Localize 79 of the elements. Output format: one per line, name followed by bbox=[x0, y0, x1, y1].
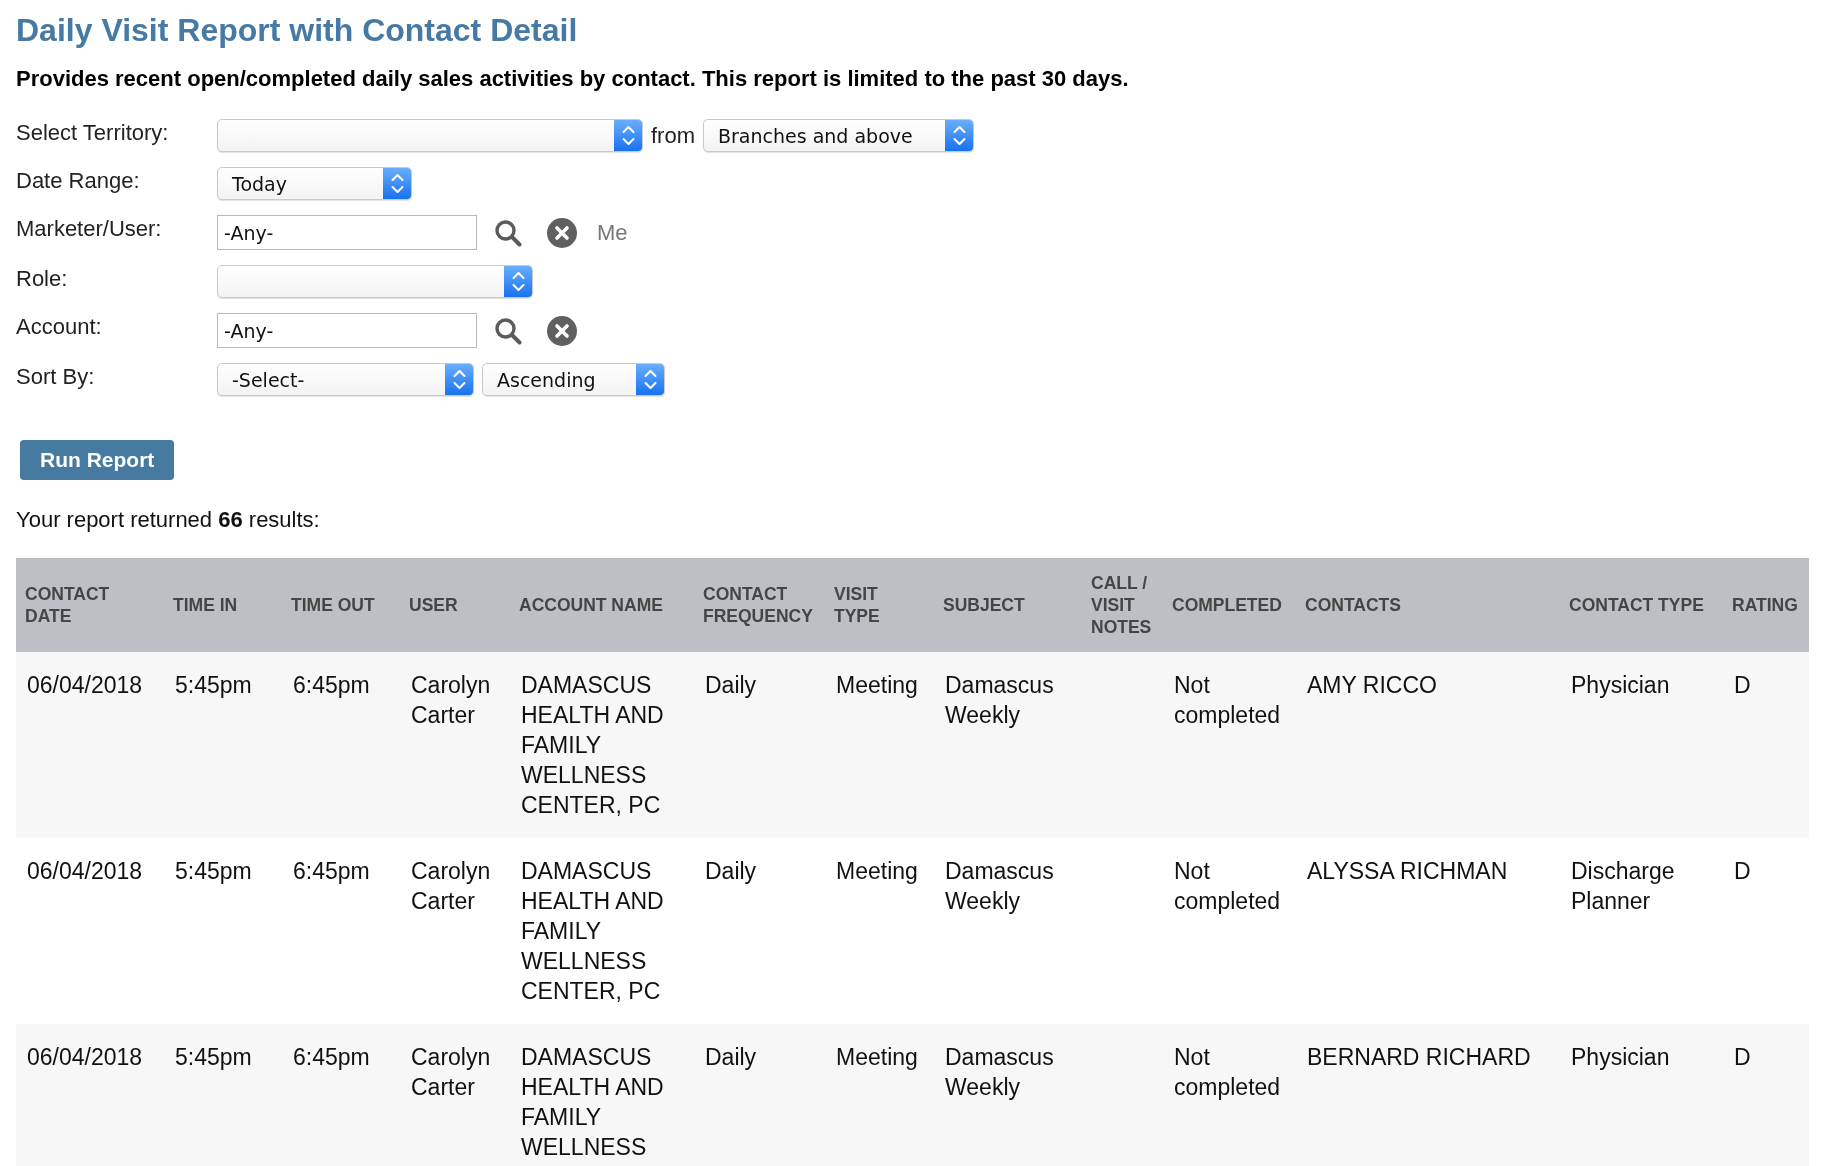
table-cell: ALYSSA RICHMAN bbox=[1296, 838, 1560, 1024]
filter-label: Select Territory: bbox=[16, 119, 169, 147]
column-header: CALL / VISIT NOTES bbox=[1082, 558, 1163, 652]
dropdown[interactable]: -Select- bbox=[217, 363, 474, 396]
dropdown[interactable]: Ascending bbox=[482, 363, 665, 396]
table-cell: Damascus Weekly bbox=[934, 1024, 1082, 1166]
column-header: USER bbox=[400, 558, 510, 652]
table-cell: Meeting bbox=[825, 1024, 934, 1166]
table-cell: Daily bbox=[694, 652, 825, 838]
column-header: COMPLETED bbox=[1163, 558, 1296, 652]
table-cell: BERNARD RICHARD bbox=[1296, 1024, 1560, 1166]
column-header: CONTACT FREQUENCY bbox=[694, 558, 825, 652]
table-cell: 6:45pm bbox=[282, 838, 400, 1024]
filter-label: Marketer/User: bbox=[16, 215, 162, 243]
clear-icon[interactable] bbox=[547, 315, 577, 346]
filter-label: Account: bbox=[16, 313, 102, 341]
table-cell: AMY RICCO bbox=[1296, 652, 1560, 838]
result-summary: Your report returned 66 results: bbox=[16, 506, 321, 534]
dropdown[interactable] bbox=[217, 119, 643, 152]
table-cell: Carolyn Carter bbox=[400, 838, 510, 1024]
chevron-up-down-icon bbox=[504, 266, 532, 297]
text-input[interactable]: -Any- bbox=[217, 313, 477, 348]
chevron-up-down-icon bbox=[636, 364, 664, 395]
table-cell: Carolyn Carter bbox=[400, 652, 510, 838]
table-cell: 5:45pm bbox=[164, 1024, 282, 1166]
from-label: from bbox=[651, 121, 695, 150]
table-cell: Carolyn Carter bbox=[400, 1024, 510, 1166]
text-link[interactable]: Me bbox=[597, 218, 628, 247]
search-icon[interactable] bbox=[494, 218, 522, 247]
table-cell: 06/04/2018 bbox=[16, 838, 164, 1024]
column-header: CONTACT DATE bbox=[16, 558, 164, 652]
table-cell: Not completed bbox=[1163, 1024, 1296, 1166]
clear-icon[interactable] bbox=[547, 217, 577, 248]
table-cell: D bbox=[1723, 1024, 1809, 1166]
filter-label: Role: bbox=[16, 265, 68, 293]
table-cell: D bbox=[1723, 838, 1809, 1024]
table-cell: Daily bbox=[694, 1024, 825, 1166]
table-cell: D bbox=[1723, 652, 1809, 838]
column-header: TIME IN bbox=[164, 558, 282, 652]
chevron-up-down-icon bbox=[614, 120, 642, 151]
table-cell: Meeting bbox=[825, 652, 934, 838]
table-cell: DAMASCUS HEALTH AND FAMILY WELLNESS bbox=[510, 1024, 694, 1166]
search-icon[interactable] bbox=[494, 316, 522, 345]
table-cell: Not completed bbox=[1163, 652, 1296, 838]
table-cell: DAMASCUS HEALTH AND FAMILY WELLNESS CENTER, PC bbox=[510, 652, 694, 838]
dropdown[interactable]: Branches and above bbox=[703, 119, 974, 152]
table-cell: 06/04/2018 bbox=[16, 652, 164, 838]
table-cell: Not completed bbox=[1163, 838, 1296, 1024]
chevron-up-down-icon bbox=[445, 364, 473, 395]
column-header: ACCOUNT NAME bbox=[510, 558, 694, 652]
table-cell: 6:45pm bbox=[282, 1024, 400, 1166]
dropdown[interactable]: Today bbox=[217, 167, 412, 200]
column-header: CONTACT TYPE bbox=[1560, 558, 1723, 652]
text-input[interactable]: -Any- bbox=[217, 215, 477, 250]
table-cell: Daily bbox=[694, 838, 825, 1024]
filter-label: Sort By: bbox=[16, 363, 95, 391]
column-header: VISIT TYPE bbox=[825, 558, 934, 652]
table-cell: 6:45pm bbox=[282, 652, 400, 838]
chevron-up-down-icon bbox=[383, 168, 411, 199]
column-header: TIME OUT bbox=[282, 558, 400, 652]
filter-label: Date Range: bbox=[16, 167, 140, 195]
table-cell: 5:45pm bbox=[164, 652, 282, 838]
table-cell: Meeting bbox=[825, 838, 934, 1024]
page-title: Daily Visit Report with Contact Detail bbox=[16, 11, 579, 49]
table-cell: Damascus Weekly bbox=[934, 838, 1082, 1024]
report-description: Provides recent open/completed daily sales activities by contact. This report is limited to the past 30 days. bbox=[16, 65, 1130, 93]
table-cell: Physician bbox=[1560, 1024, 1723, 1166]
column-header: RATING bbox=[1723, 558, 1809, 652]
table-cell: Physician bbox=[1560, 652, 1723, 838]
run-report-button[interactable]: Run Report bbox=[20, 440, 175, 480]
chevron-up-down-icon bbox=[945, 120, 973, 151]
table-cell: 5:45pm bbox=[164, 838, 282, 1024]
column-header: CONTACTS bbox=[1296, 558, 1560, 652]
table-cell: Damascus Weekly bbox=[934, 652, 1082, 838]
table-cell: 06/04/2018 bbox=[16, 1024, 164, 1166]
column-header: SUBJECT bbox=[934, 558, 1082, 652]
dropdown[interactable] bbox=[217, 265, 533, 298]
table-cell: Discharge Planner bbox=[1560, 838, 1723, 1024]
table-cell: DAMASCUS HEALTH AND FAMILY WELLNESS CENTER, PC bbox=[510, 838, 694, 1024]
